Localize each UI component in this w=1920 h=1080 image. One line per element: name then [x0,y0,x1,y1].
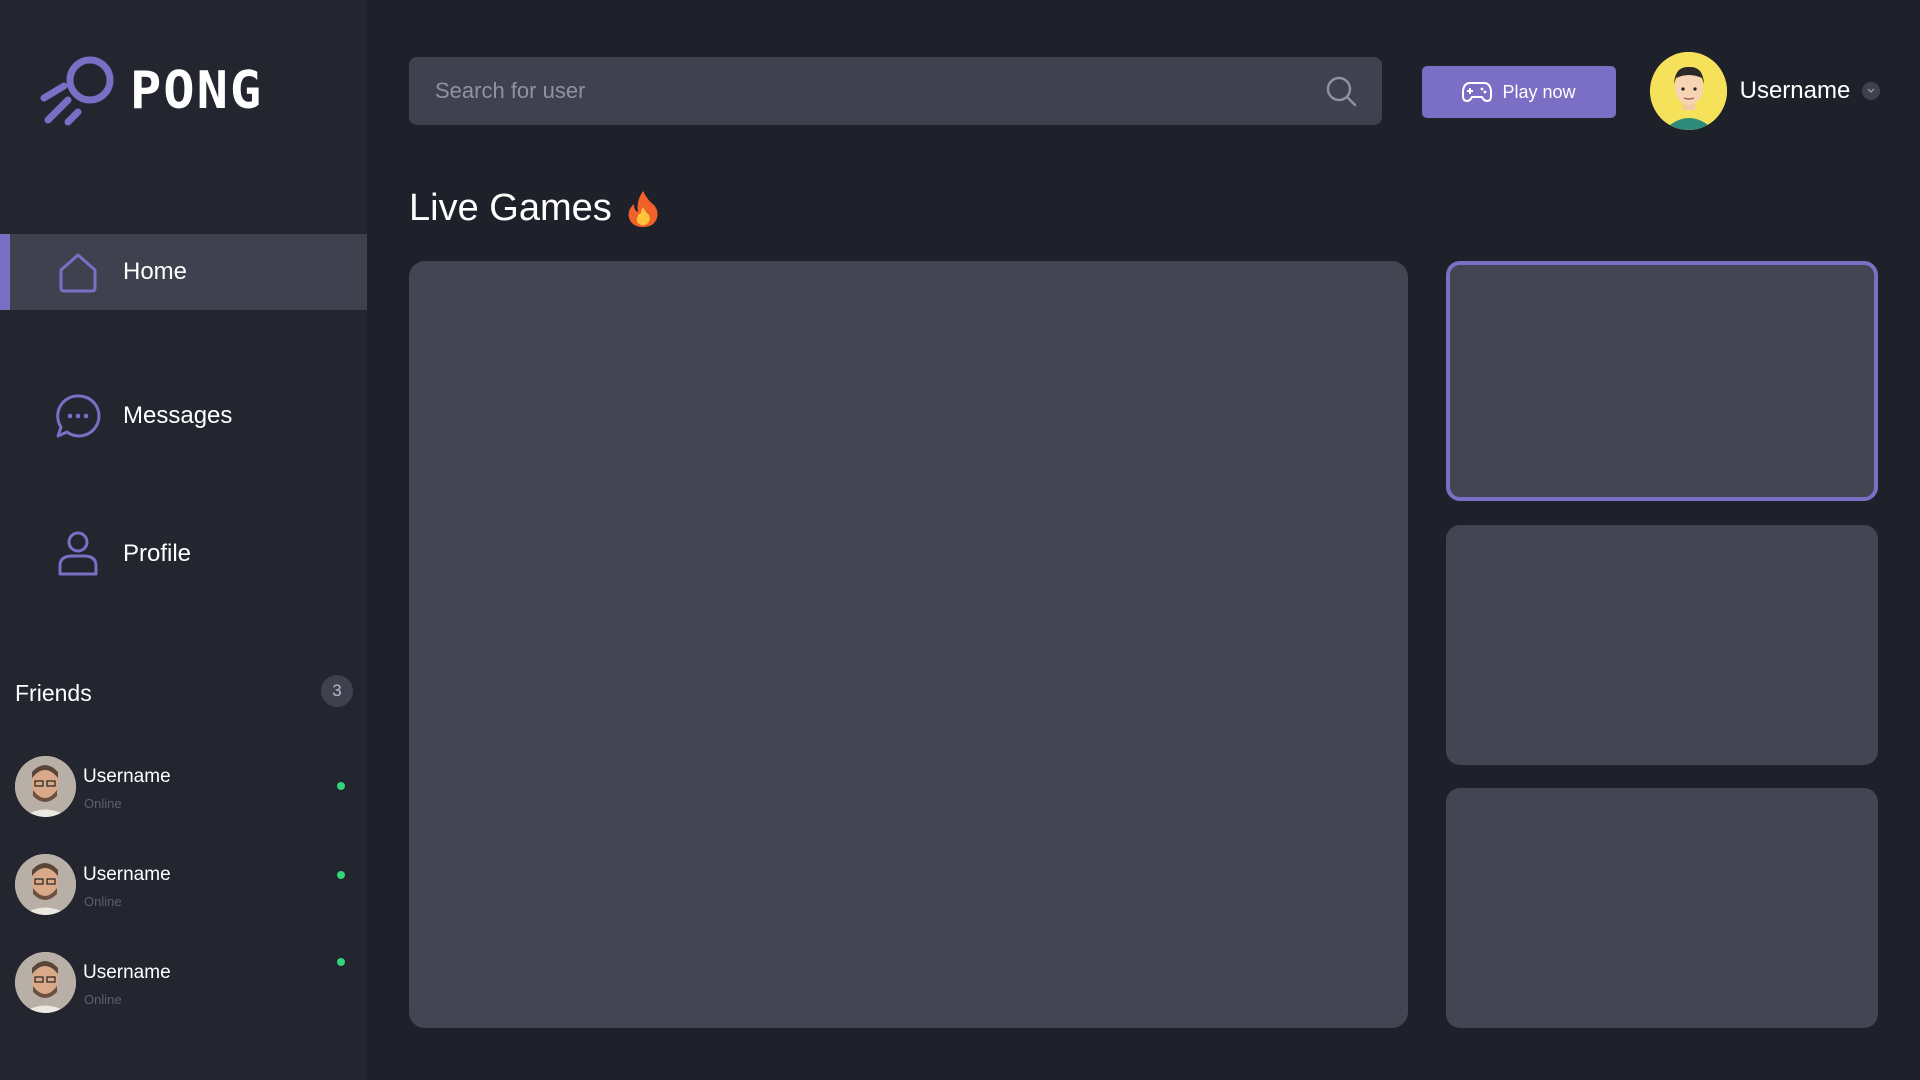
search-icon[interactable] [1324,74,1358,108]
logo[interactable]: PONG [40,52,263,130]
sidebar-item-label: Messages [123,402,233,429]
user-icon [54,530,102,578]
friend-avatar [15,854,76,915]
friend-name: Username [83,864,171,885]
fire-icon [628,190,658,227]
search-bar [409,57,1382,125]
app-root: PONG Home Messages Profile Friends 3 Use… [0,0,1920,1080]
logo-text: PONG [130,61,264,121]
home-icon [54,248,102,296]
friend-avatar [15,952,76,1013]
user-name: Username [1739,77,1851,104]
sidebar-item-home[interactable]: Home [0,234,367,310]
friend-status: Online [84,992,122,1007]
friend-name: Username [83,962,171,983]
friend-name: Username [83,766,171,787]
friend-avatar [15,756,76,817]
friends-header: Friends 3 [15,672,353,712]
gamepad-icon [1462,82,1493,102]
friend-item[interactable]: Username Online [15,952,345,1014]
sidebar: PONG Home Messages Profile Friends 3 Use… [0,0,367,1080]
user-menu[interactable]: Username [1650,52,1880,130]
friends-title: Friends [15,680,92,706]
user-avatar [1650,52,1727,130]
live-games-title: Live Games [409,187,612,229]
page-title: Live Games [409,187,660,230]
friend-item[interactable]: Username Online [15,854,345,916]
sidebar-item-label: Profile [123,540,192,567]
chevron-down-icon[interactable] [1862,82,1880,100]
featured-live-game[interactable] [409,261,1408,1028]
comet-logo-icon [40,56,114,126]
play-now-button[interactable]: Play now [1422,66,1616,118]
online-indicator [337,958,345,966]
friend-status: Online [84,894,122,909]
friend-status: Online [84,796,122,811]
play-now-label: Play now [1502,81,1576,102]
live-game-card[interactable] [1446,525,1878,765]
live-game-card[interactable] [1446,788,1878,1028]
sidebar-item-label: Home [123,258,188,285]
online-indicator [337,782,345,790]
friends-count-badge: 3 [321,675,353,707]
friend-item[interactable]: Username Online [15,756,345,818]
sidebar-item-profile[interactable]: Profile [0,516,367,592]
chat-icon [54,392,102,440]
search-input[interactable] [435,57,1295,125]
sidebar-item-messages[interactable]: Messages [0,378,367,454]
live-game-card[interactable] [1446,261,1878,501]
online-indicator [337,871,345,879]
